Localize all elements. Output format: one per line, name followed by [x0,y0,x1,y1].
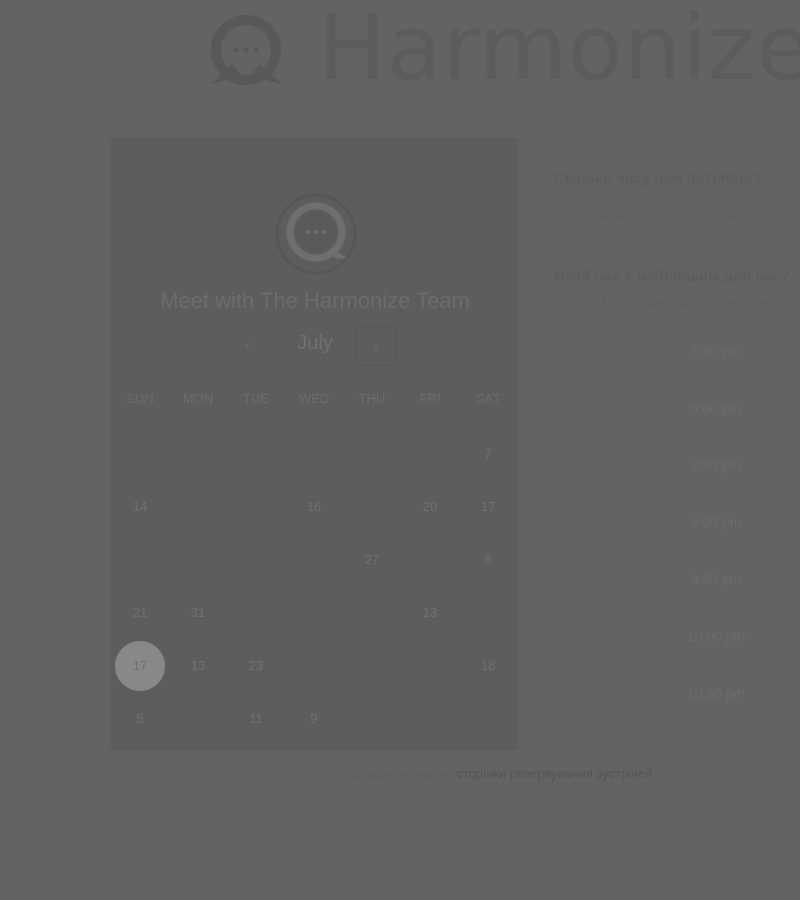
calendar-day[interactable]: 18 [468,651,508,681]
calendar-day [468,598,508,628]
calendar-day[interactable]: 16 [294,492,334,522]
calendar-day-selected[interactable]: 17 [115,641,165,691]
time-question: Який час є найліпшим для вас? [554,268,791,285]
month-label: July [297,332,333,354]
month-navigation: ‹ July › [111,326,519,370]
calendar-day[interactable]: 11 [236,704,276,734]
calendar-day [410,704,450,734]
calendar-day [410,439,450,469]
calendar-day [236,439,276,469]
calendar-day[interactable]: 14 [120,492,160,522]
footer-text: Створити власну [350,766,453,781]
calendar-day [236,492,276,522]
calendar-day[interactable]: 8 [468,545,508,575]
time-slot[interactable]: 8:00 pm [650,400,782,416]
calendar-day [352,598,392,628]
footer-promo: Створити власну сторінки резервування зу… [336,766,653,781]
brand-name: Harmonize [318,0,800,101]
team-avatar-icon [275,193,357,275]
calendar-day [294,651,334,681]
time-slot[interactable]: 9:00 pm [650,514,782,530]
calendar-day[interactable]: 17 [468,492,508,522]
calendar-day[interactable]: 27 [352,545,392,575]
calendar-day [352,492,392,522]
calendar-day [294,598,334,628]
calendar-day [294,545,334,575]
calendar-day [178,439,218,469]
weekday-label: FRI [419,391,441,406]
booking-title: Meet with The Harmonize Team [160,288,470,313]
weekday-header: SUN MON TUE WED THU FRI SAT [111,391,519,411]
calendar-day [178,492,218,522]
duration-question: Скільки часу вам потрібно? [554,170,762,187]
calendar-day[interactable]: 5 [120,704,160,734]
calendar-day [352,651,392,681]
weekday-label: TUE [243,391,269,406]
calendar-day [178,545,218,575]
timezone-selector[interactable]: UTC +03:00 Східноєвропейський час [554,294,776,309]
weekday-label: SUN [126,391,154,406]
time-slot[interactable]: 10:30 pm [650,685,782,701]
calendar-day [410,651,450,681]
calendar-day [120,439,160,469]
weekday-label: SAT [475,391,501,406]
time-slot[interactable]: 7:30 pm [650,343,782,359]
calendar-day[interactable]: 13 [410,598,450,628]
chevron-right-icon[interactable]: › [356,326,396,366]
weekday-label: MON [182,391,214,406]
weekday-label: THU [358,391,386,406]
calendar-day[interactable]: 21 [120,598,160,628]
calendar-day [352,704,392,734]
time-slot[interactable]: 8:30 pm [650,457,782,473]
calendar-day [236,598,276,628]
calendar-day [294,439,334,469]
weekday-label: WED [298,391,330,406]
calendar-day [120,545,160,575]
calendar-day [468,704,508,734]
calendar-day[interactable]: 31 [178,598,218,628]
chevron-left-icon[interactable]: ‹ [235,334,259,358]
duration-option-30-min[interactable]: 30 хвилин [579,212,630,224]
calendar-day[interactable]: 23 [236,651,276,681]
calendar-day [410,545,450,575]
calendar-day[interactable]: 7 [468,439,508,469]
duration-option-1-hour[interactable]: 1 годин [699,212,736,224]
calendar-day[interactable]: 13 [178,651,218,681]
calendar-day [178,704,218,734]
calendar-day[interactable]: 20 [410,492,450,522]
calendar-icon [336,769,347,779]
footer-link[interactable]: сторінки резервування зустрічей [457,766,653,781]
calendar-day[interactable]: 9 [294,704,334,734]
calendar-day [236,545,276,575]
harmonize-logo-icon [210,15,282,85]
time-slot[interactable]: 9:30 pm [650,571,782,587]
calendar-day [352,439,392,469]
booking-page: Harmonize Meet with The Harmonize Team ‹… [0,0,800,900]
time-slot[interactable]: 10:00 pm [650,628,782,644]
calendar-card: Meet with The Harmonize Team ‹ July › SU… [111,138,519,750]
